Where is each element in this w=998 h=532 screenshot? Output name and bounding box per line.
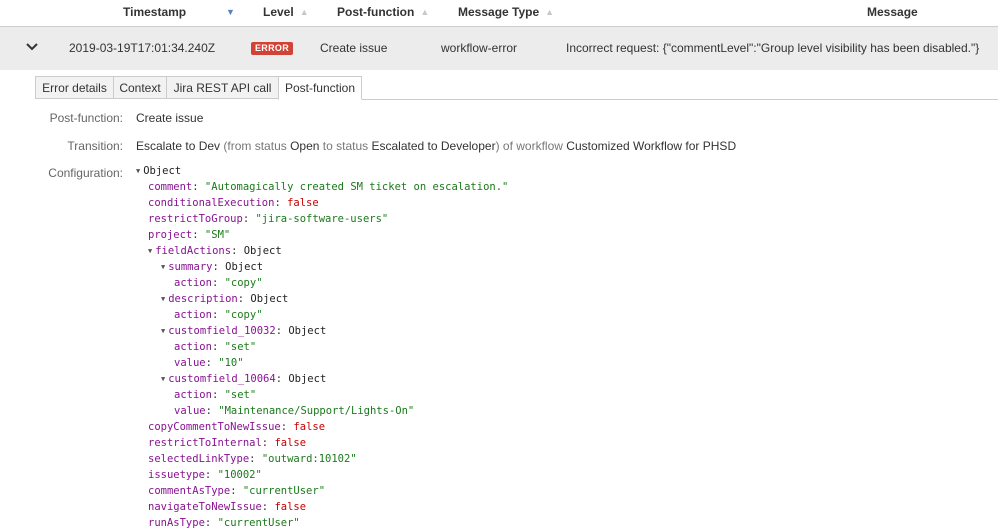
tree-node-summary[interactable]: ▼ summary: Object [161,259,263,275]
status-badge: ERROR [251,42,294,55]
transition-from-text: (from status [223,139,287,153]
row-message: Incorrect request: {"commentLevel":"Grou… [566,41,980,55]
tree-node: project: "SM" [148,229,231,241]
transition-name: Escalate to Dev [136,139,221,153]
col-message-type[interactable]: Message Type ▲︎ [458,5,554,19]
tree-node: comment: "Automagically created SM ticke… [148,181,509,193]
tree-node: action: "copy" [174,309,263,321]
tree-node-fieldactions[interactable]: ▼ fieldActions: Object [148,243,282,259]
tab-error-details[interactable]: Error details [35,76,114,99]
tree-node: action: "set" [174,341,257,353]
configuration-label: Configuration: [48,166,123,180]
caret-down-icon[interactable]: ▼ [161,375,165,383]
tree-node: action: "copy" [174,277,263,289]
transition-workflow: Customized Workflow for PHSD [566,139,737,153]
tree-node-customfield-10064[interactable]: ▼ customfield_10064: Object [161,371,326,387]
col-level-label: Level [263,5,294,19]
tab-jira-rest-api-call[interactable]: Jira REST API call [166,76,279,99]
caret-down-icon[interactable]: ▼ [161,263,165,271]
col-postfunction[interactable]: Post-function ▲︎ [337,5,429,19]
tab-label: Error details [42,81,107,95]
sort-desc-icon[interactable]: ▼ [226,7,235,17]
tab-label: Post-function [284,81,356,95]
transition-to-text: to status [322,139,369,153]
col-timestamp-label: Timestamp [123,5,187,19]
table-header: Timestamp ▼ Level ▲︎ Post-function ▲︎ Mess… [0,0,998,27]
transition-workflow-text: ) of workflow [495,139,563,153]
tab-label: Context [119,81,161,95]
caret-down-icon[interactable]: ▼ [148,247,152,255]
col-postfunction-label: Post-function [337,5,415,19]
tab-label: Jira REST API call [173,81,272,95]
sort-icon: ▲︎ [545,7,555,17]
tree-node-root[interactable]: ▼ Object [136,163,181,179]
tab-divider [362,99,998,100]
col-level[interactable]: Level ▲︎ [263,5,309,19]
table-row[interactable]: 2019-03-19T17:01:34.240Z ERROR Create is… [0,27,998,70]
sort-icon: ▲︎ [420,7,430,17]
tab-post-function[interactable]: Post-function [278,76,362,100]
tree-node: restrictToInternal: false [148,437,307,449]
col-timestamp[interactable]: Timestamp [123,5,186,19]
postfunction-label: Post-function: [49,111,123,125]
caret-down-icon[interactable]: ▼ [161,327,165,335]
col-message-label: Message [867,5,918,19]
tree-node: action: "set" [174,389,257,401]
tree-node-customfield-10032[interactable]: ▼ customfield_10032: Object [161,323,326,339]
tree-node: commentAsType: "currentUser" [148,485,326,497]
transition-label: Transition: [67,139,123,153]
tree-node: issuetype: "10002" [148,469,262,481]
tab-context[interactable]: Context [113,76,167,99]
transition-to-status: Escalated to Developer [371,139,496,153]
tree-node: value: "10" [174,357,244,369]
tree-node: selectedLinkType: "outward:10102" [148,453,357,465]
chevron-down-icon[interactable] [24,39,40,55]
postfunction-value: Create issue [136,111,204,125]
caret-down-icon[interactable]: ▼ [161,295,165,303]
transition-value: Escalate to Dev (from status Open to sta… [136,139,736,153]
tree-node: conditionalExecution: false [148,197,319,209]
row-timestamp: 2019-03-19T17:01:34.240Z [69,41,216,55]
tree-node: runAsType: "currentUser" [148,517,300,529]
row-message-type: workflow-error [441,41,518,55]
row-postfunction: Create issue [320,41,388,55]
sort-icon: ▲︎ [299,7,309,17]
tree-node: navigateToNewIssue: false [148,501,307,513]
tree-node: restrictToGroup: "jira-software-users" [148,213,389,225]
caret-down-icon[interactable]: ▼ [136,167,140,175]
col-message[interactable]: Message [867,5,918,19]
tree-node-description[interactable]: ▼ description: Object [161,291,288,307]
tree-node: copyCommentToNewIssue: false [148,421,326,433]
col-message-type-label: Message Type [458,5,540,19]
transition-from-status: Open [290,139,320,153]
tree-node: value: "Maintenance/Support/Lights-On" [174,405,415,417]
